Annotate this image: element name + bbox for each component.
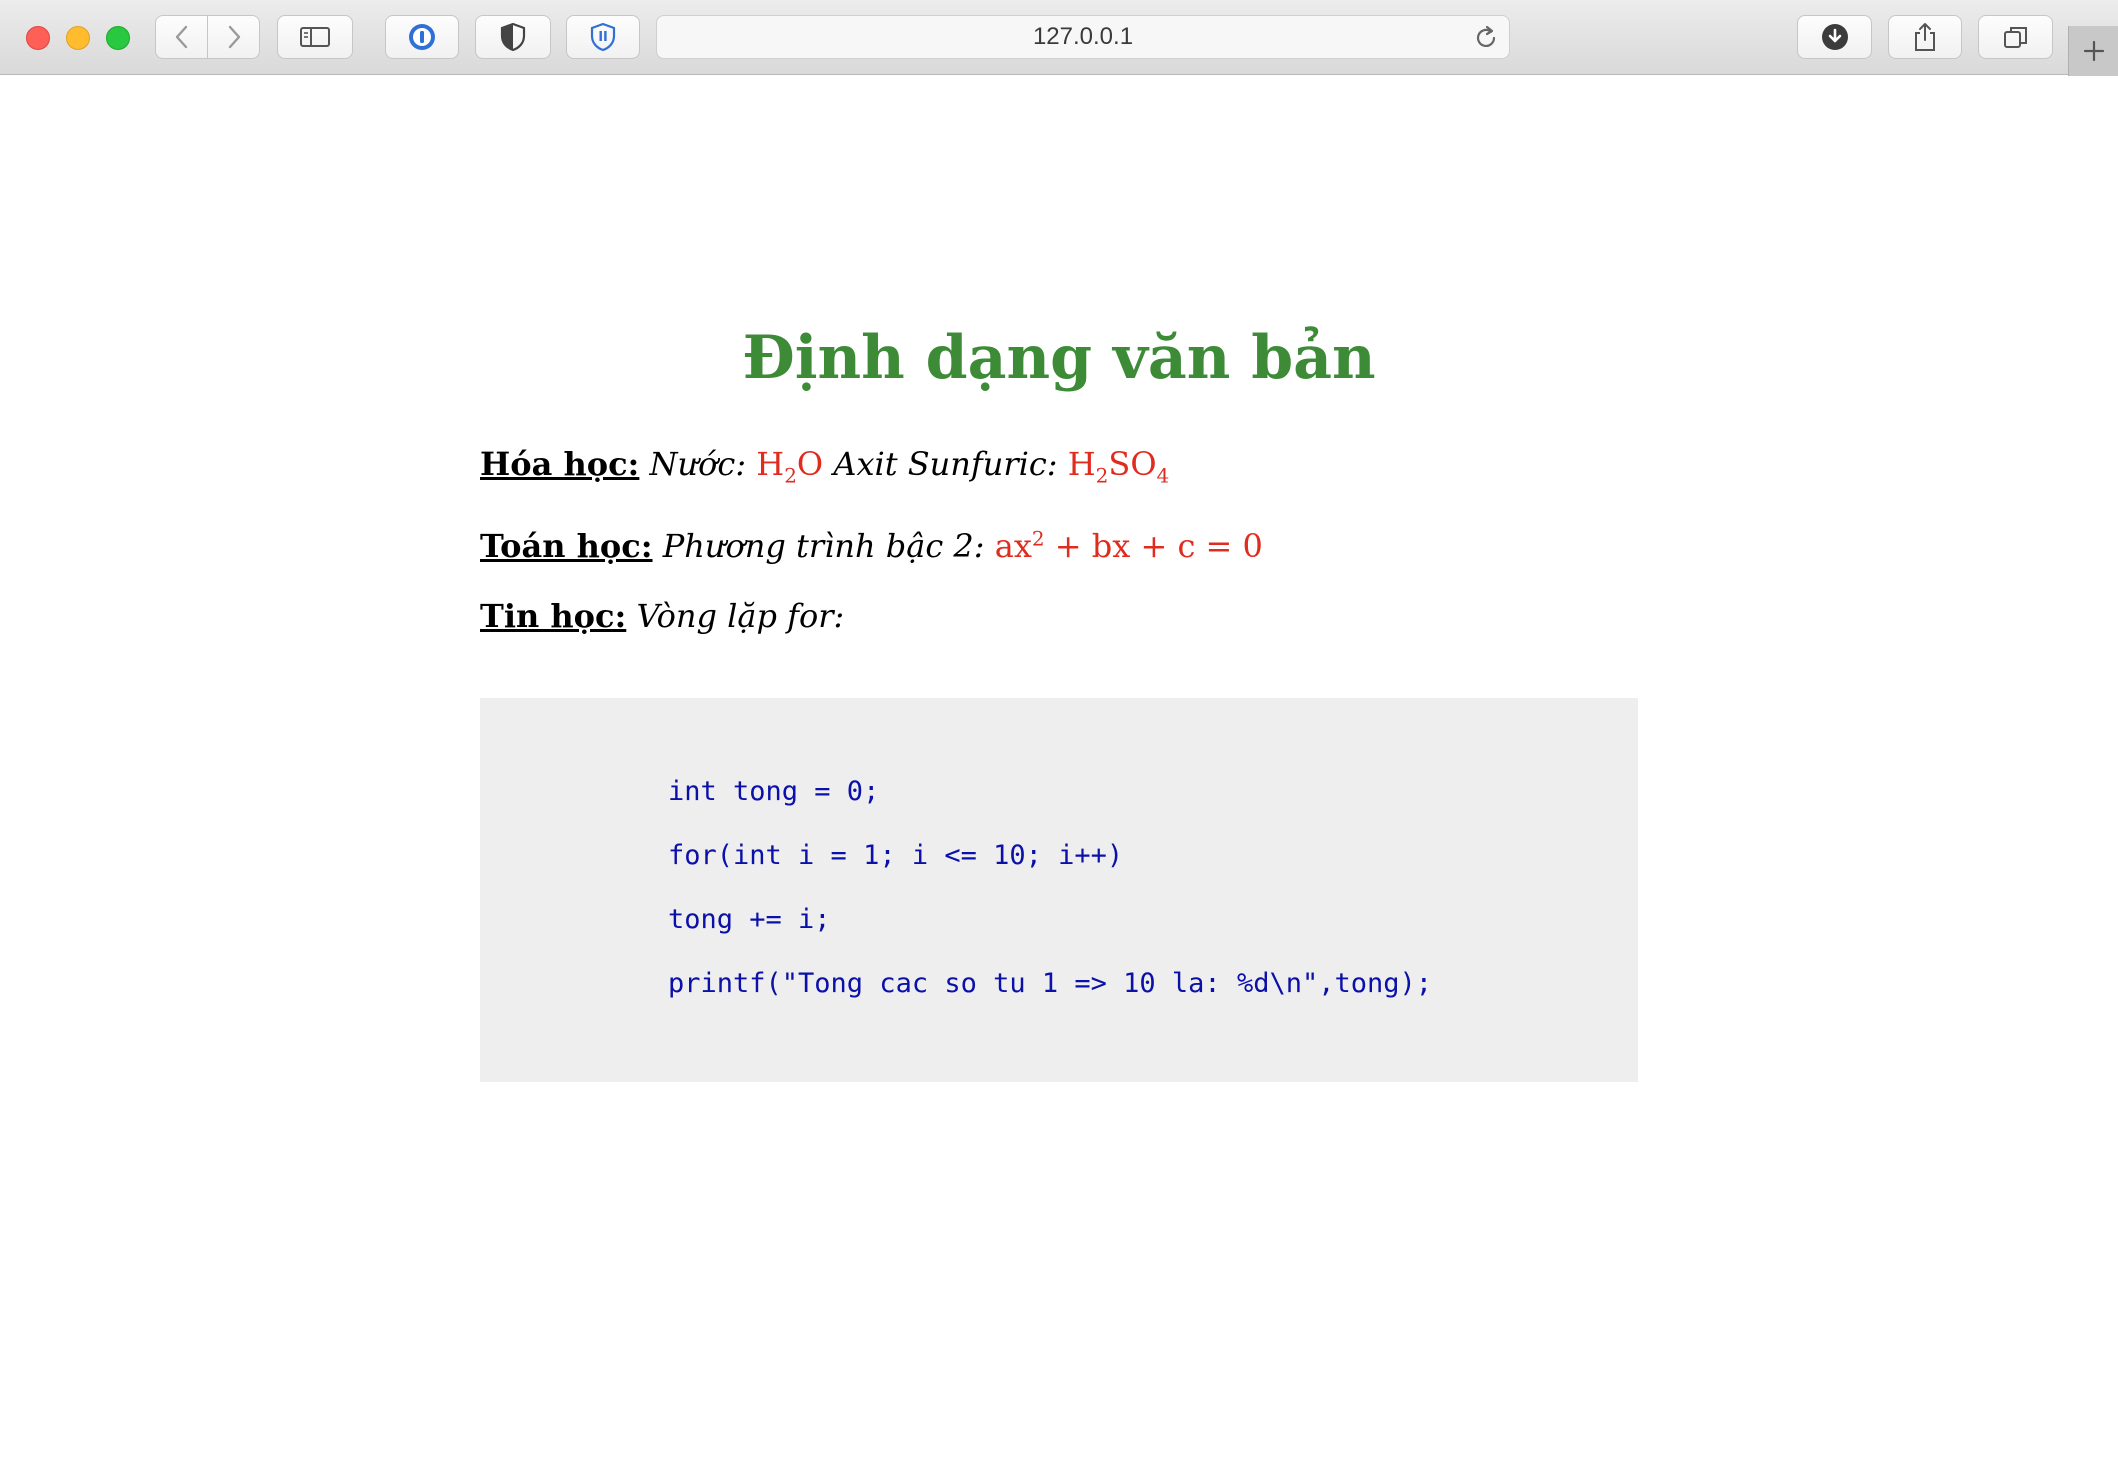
url-text: 127.0.0.1 [1032,23,1134,50]
address-bar[interactable]: 127.0.0.1 [656,15,1510,59]
math-description: Phương trình bậc 2: [662,527,985,565]
back-button[interactable] [156,16,207,58]
chemistry-label: Hóa học: [480,445,640,483]
sidebar-toggle-button[interactable] [277,15,353,59]
water-label: Nước: [649,445,747,483]
zoom-window-button[interactable] [106,26,130,50]
code-line: printf("Tong cac so tu 1 => 10 la: %d\n"… [668,968,1433,999]
share-icon [1915,23,1935,51]
ad-blocker-extension-button[interactable] [566,15,640,59]
browser-toolbar: 127.0.0.1 [0,0,2118,76]
page-heading: Định dạng văn bản [742,323,1376,393]
acid-formula: H2SO4 [1067,445,1170,488]
new-tab-button[interactable] [2068,26,2118,76]
sidebar-icon [300,27,330,47]
reload-icon[interactable] [1473,25,1499,51]
forward-button[interactable] [207,16,259,58]
math-label: Toán học: [480,527,653,565]
quadratic-equation: ax2 + bx + c = 0 [994,526,1263,565]
history-nav-group [155,15,260,59]
water-formula: H2O [756,445,824,488]
download-icon [1821,24,1848,50]
chemistry-line: Hóa học: Nước: H2O Axit Sunfuric: H2SO4 [480,442,1169,486]
chevron-right-icon [228,25,240,49]
code-line: int tong = 0; [668,776,880,807]
code-line: tong += i; [668,904,831,935]
minimize-window-button[interactable] [66,26,90,50]
code-block: int tong = 0; for(int i = 1; i <= 10; i+… [480,698,1638,1082]
tabs-icon [2003,27,2027,48]
math-line: Toán học: Phương trình bậc 2: ax2 + bx +… [480,524,1263,568]
chevron-left-icon [175,25,187,49]
acid-label: Axit Sunfuric: [833,445,1058,483]
shield-pause-icon [590,22,616,52]
password-manager-extension-button[interactable] [385,15,459,59]
privacy-extension-button[interactable] [475,15,551,59]
tab-overview-button[interactable] [1978,15,2053,59]
close-window-button[interactable] [26,26,50,50]
downloads-button[interactable] [1797,15,1872,59]
code-line: for(int i = 1; i <= 10; i++) [668,840,1124,871]
plus-icon [2083,40,2105,62]
informatics-line: Tin học: Vòng lặp for: [480,594,844,638]
share-button[interactable] [1888,15,1962,59]
password-manager-icon [409,24,435,50]
informatics-label: Tin học: [480,597,627,635]
informatics-description: Vòng lặp for: [636,597,845,635]
half-shield-icon [500,22,526,52]
